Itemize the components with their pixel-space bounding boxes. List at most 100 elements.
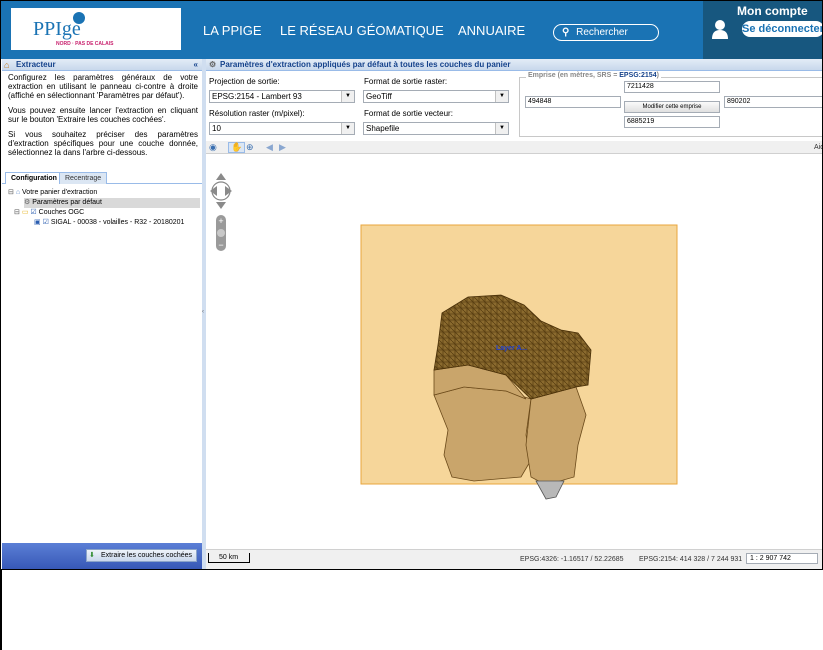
search-icon: ⚲ xyxy=(562,27,570,38)
extent-west-input[interactable]: 494848 xyxy=(525,96,621,108)
browser-frame: PPIge NORD · PAS DE CALAIS LA PPIGE LE R… xyxy=(0,0,823,570)
logo-subtitle: NORD · PAS DE CALAIS xyxy=(56,41,114,47)
extent-title: Emprise (en mètres, SRS = EPSG:2154) xyxy=(526,72,661,79)
raster-format-select[interactable]: GeoTiff ▼ xyxy=(363,90,509,103)
extract-button[interactable]: ⬇ Extraire les couches cochées xyxy=(86,549,198,562)
vector-format-value: Shapefile xyxy=(366,124,400,133)
modify-extent-button[interactable]: Modifier cette emprise xyxy=(624,101,720,113)
instruction-paragraph: Si vous souhaitez préciser des paramètre… xyxy=(8,130,198,157)
collapse-icon[interactable]: « xyxy=(194,59,198,71)
south-region[interactable] xyxy=(433,386,532,482)
tree-layer[interactable]: ▣ ☑ SIGAL - 00038 - volailles - R32 - 20… xyxy=(34,218,184,228)
folder-icon: ▭ xyxy=(21,209,29,216)
extractor-title: Extracteur xyxy=(16,60,56,69)
tab-recentrage[interactable]: Recentrage xyxy=(59,172,108,184)
extractor-instructions: Configurez les paramètres généraux de vo… xyxy=(8,73,198,163)
extent-south-input[interactable]: 6885219 xyxy=(624,116,720,128)
map-view[interactable]: Layer A... + − ‹ xyxy=(202,155,823,549)
instruction-paragraph: Vous pouvez ensuite lancer l'extraction … xyxy=(8,106,198,124)
search-input[interactable]: ⚲ Rechercher xyxy=(553,24,659,41)
instruction-paragraph: Configurez les paramètres généraux de vo… xyxy=(8,73,198,100)
tree-group-ogc[interactable]: ⊟ ▭ ☑ Couches OGC xyxy=(14,208,84,218)
collapse-handle-icon[interactable]: ‹ xyxy=(202,309,204,315)
extent-srs[interactable]: EPSG:2154 xyxy=(619,72,656,79)
extent-east-input[interactable]: 890202 xyxy=(724,96,822,108)
vector-format-select[interactable]: Shapefile ▼ xyxy=(363,122,509,135)
projection-value: EPSG:2154 - Lambert 93 xyxy=(212,92,302,101)
site-header: PPIge NORD · PAS DE CALAIS LA PPIGE LE R… xyxy=(1,1,822,59)
nav-la-ppige[interactable]: LA PPIGE xyxy=(203,23,262,38)
user-icon xyxy=(712,20,728,39)
pan-up-icon[interactable] xyxy=(216,173,226,180)
pan-down-icon[interactable] xyxy=(216,202,226,209)
home-icon: ⌂ xyxy=(4,60,10,70)
zoom-thumb-icon[interactable] xyxy=(217,229,225,237)
pan-zoom-widget: + − xyxy=(210,173,232,251)
tree-default-params[interactable]: ⚙ Paramètres par défaut xyxy=(24,198,200,208)
tree-root-label: Votre panier d'extraction xyxy=(22,189,98,196)
settings-icon: ⚙ xyxy=(24,199,31,206)
zoom-in-icon[interactable]: ⊕ xyxy=(246,142,254,153)
chevron-down-icon[interactable]: ▼ xyxy=(495,123,508,134)
parameters-panel-header: ⚙ Paramètres d'extraction appliqués par … xyxy=(206,59,822,71)
parameters-panel: ⚙ Paramètres d'extraction appliqués par … xyxy=(202,59,823,569)
nav-reseau-geomatique[interactable]: LE RÉSEAU GÉOMATIQUE xyxy=(280,23,444,38)
scale-select[interactable]: 1 : 2 907 742 xyxy=(746,553,818,564)
checkbox-icon[interactable]: ☑ xyxy=(43,219,49,226)
extractor-panel: ⌂ Extracteur « Configurez les paramètres… xyxy=(2,59,202,569)
tab-configuration[interactable]: Configuration xyxy=(5,172,63,184)
extent-title-close: ) xyxy=(656,72,659,79)
tree-layer-label: SIGAL - 00038 - volailles - R32 - 201802… xyxy=(50,219,185,226)
layer-icon: ▣ xyxy=(34,219,41,226)
settings-icon: ⚙ xyxy=(209,60,217,69)
chevron-down-icon[interactable]: ▼ xyxy=(495,91,508,102)
coords-4326: EPSG:4326: -1.16517 / 52.22685 xyxy=(520,556,624,563)
previous-icon[interactable]: ◀ xyxy=(266,142,273,153)
checkbox-icon[interactable]: ☑ xyxy=(30,209,36,216)
coords-2154: EPSG:2154: 414 328 / 7 244 931 xyxy=(639,556,743,563)
map-status-bar: 50 km EPSG:4326: -1.16517 / 52.22685 EPS… xyxy=(206,549,822,569)
extract-toolbar: ⬇ Extraire les couches cochées xyxy=(2,543,202,569)
logo-text: PPIge xyxy=(33,18,81,40)
extractor-panel-header: ⌂ Extracteur « xyxy=(2,59,202,71)
account-title[interactable]: Mon compte xyxy=(737,4,808,18)
tree-default-params-label: Paramètres par défaut xyxy=(32,199,102,206)
extract-button-label: Extraire les couches cochées xyxy=(101,552,193,559)
tree-root[interactable]: ⊟ ⌂ Votre panier d'extraction xyxy=(8,188,97,198)
feature-label: Layer A... xyxy=(496,345,527,352)
basket-icon: ⌂ xyxy=(15,189,21,196)
raster-format-label: Format de sortie raster: xyxy=(364,77,448,86)
map-canvas[interactable]: Layer A... xyxy=(206,155,823,549)
next-icon[interactable]: ▶ xyxy=(279,142,286,153)
zoom-plus-icon[interactable]: + xyxy=(218,216,223,226)
extent-title-text: Emprise (en mètres, SRS = xyxy=(528,72,620,79)
extract-icon: ⬇ xyxy=(89,552,95,559)
chevron-down-icon[interactable]: ▼ xyxy=(341,91,354,102)
map-toolbar: ◉ ✋ ⊕ ◀ ▶ Aide xyxy=(206,141,822,154)
resolution-select[interactable]: 10 ▼ xyxy=(209,122,355,135)
resolution-value: 10 xyxy=(212,124,221,133)
extractor-tabs: Configuration Recentrage xyxy=(2,170,202,184)
nav-annuaire[interactable]: ANNUAIRE xyxy=(458,23,525,38)
projection-label: Projection de sortie: xyxy=(209,77,280,86)
help-link[interactable]: Aide xyxy=(814,142,822,153)
logout-button[interactable]: Se déconnecter xyxy=(742,21,822,37)
zoom-extent-icon[interactable]: ◉ xyxy=(209,142,217,153)
logo[interactable]: PPIge NORD · PAS DE CALAIS xyxy=(11,8,181,50)
vector-format-label: Format de sortie vecteur: xyxy=(364,109,453,118)
zoom-minus-icon[interactable]: − xyxy=(218,240,223,250)
collapse-toggle-icon[interactable]: ⊟ xyxy=(8,189,14,196)
chevron-down-icon[interactable]: ▼ xyxy=(341,123,354,134)
search-placeholder: Rechercher xyxy=(576,27,628,38)
scale-bar: 50 km xyxy=(208,553,250,563)
page-border xyxy=(0,570,2,650)
tree-group-label: Couches OGC xyxy=(38,209,85,216)
collapse-toggle-icon[interactable]: ⊟ xyxy=(14,209,20,216)
projection-select[interactable]: EPSG:2154 - Lambert 93 ▼ xyxy=(209,90,355,103)
parameters-title: Paramètres d'extraction appliqués par dé… xyxy=(220,60,511,69)
resolution-label: Résolution raster (m/pixel): xyxy=(209,109,305,118)
extent-fieldset: Emprise (en mètres, SRS = EPSG:2154) 721… xyxy=(519,72,822,137)
pan-icon[interactable]: ✋ xyxy=(228,142,246,153)
grey-extension xyxy=(535,480,565,500)
extent-north-input[interactable]: 7211428 xyxy=(624,81,720,93)
